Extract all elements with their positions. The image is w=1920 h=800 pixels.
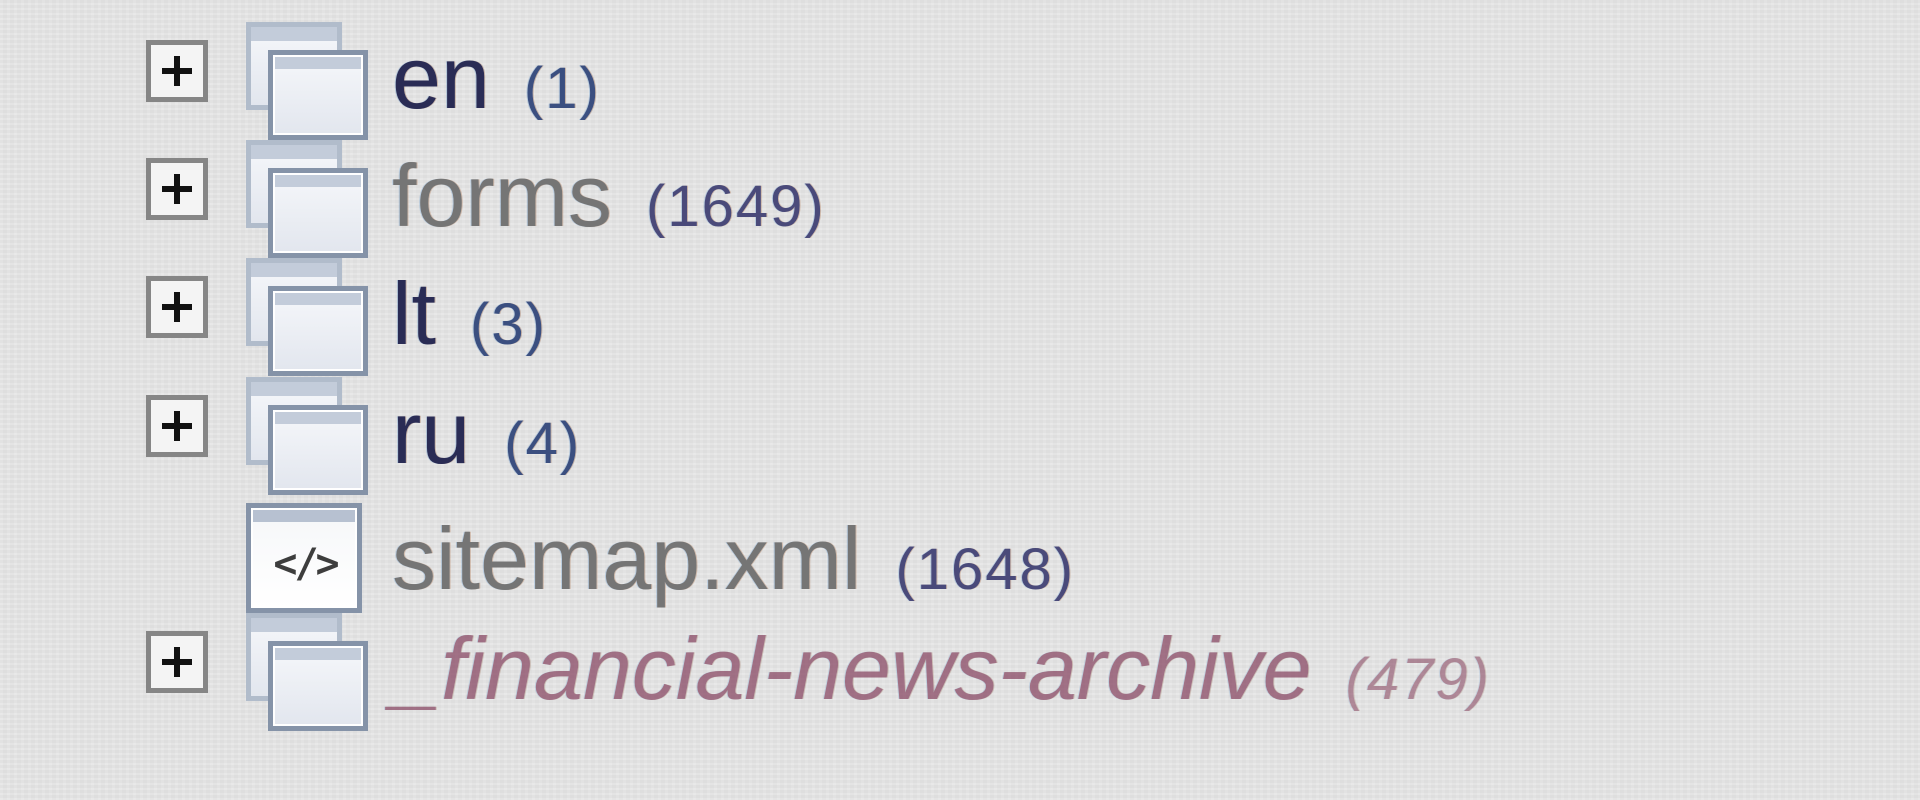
expand-toggle-en[interactable] bbox=[146, 40, 208, 102]
expand-toggle-financial-news-archive[interactable] bbox=[146, 631, 208, 693]
folder-icon bbox=[246, 613, 368, 731]
tree-node-lt[interactable]: lt (3) bbox=[0, 258, 1920, 378]
file-tree-panel: en (1) forms (1649) lt (3) ru (4) </> si… bbox=[0, 0, 1920, 800]
item-count: (3) bbox=[470, 292, 547, 357]
tree-node-label[interactable]: forms (1649) bbox=[392, 152, 826, 251]
item-count: (479) bbox=[1345, 647, 1491, 712]
expand-toggle-forms[interactable] bbox=[146, 158, 208, 220]
item-count: (1) bbox=[523, 56, 601, 121]
folder-icon bbox=[246, 377, 368, 495]
folder-name: en bbox=[392, 28, 490, 127]
folder-name: ru bbox=[392, 383, 471, 482]
tree-node-sitemap-xml[interactable]: </> sitemap.xml (1648) bbox=[0, 503, 1920, 623]
file-name: sitemap.xml bbox=[392, 509, 862, 608]
expand-toggle-ru[interactable] bbox=[146, 395, 208, 457]
folder-icon bbox=[246, 258, 368, 376]
folder-icon bbox=[246, 140, 368, 258]
code-glyph: </> bbox=[273, 541, 339, 587]
item-count: (1648) bbox=[895, 537, 1076, 602]
tree-node-label[interactable]: en (1) bbox=[392, 34, 601, 133]
xml-file-icon: </> bbox=[246, 503, 362, 613]
folder-icon bbox=[246, 22, 368, 140]
tree-node-label[interactable]: lt (3) bbox=[392, 270, 547, 369]
tree-node-financial-news-archive[interactable]: _financial-news-archive (479) bbox=[0, 613, 1920, 733]
tree-node-label[interactable]: ru (4) bbox=[392, 389, 581, 488]
tree-node-ru[interactable]: ru (4) bbox=[0, 377, 1920, 497]
folder-name: forms bbox=[392, 146, 612, 245]
folder-name: _financial-news-archive bbox=[392, 619, 1312, 718]
tree-node-forms[interactable]: forms (1649) bbox=[0, 140, 1920, 260]
tree-node-en[interactable]: en (1) bbox=[0, 22, 1920, 142]
directory-tree: en (1) forms (1649) lt (3) ru (4) </> si… bbox=[0, 0, 1920, 800]
item-count: (1649) bbox=[646, 174, 826, 239]
expand-toggle-lt[interactable] bbox=[146, 276, 208, 338]
tree-node-label[interactable]: _financial-news-archive (479) bbox=[392, 625, 1491, 724]
folder-name: lt bbox=[392, 264, 436, 363]
item-count: (4) bbox=[504, 411, 582, 476]
tree-node-label[interactable]: sitemap.xml (1648) bbox=[392, 515, 1075, 614]
